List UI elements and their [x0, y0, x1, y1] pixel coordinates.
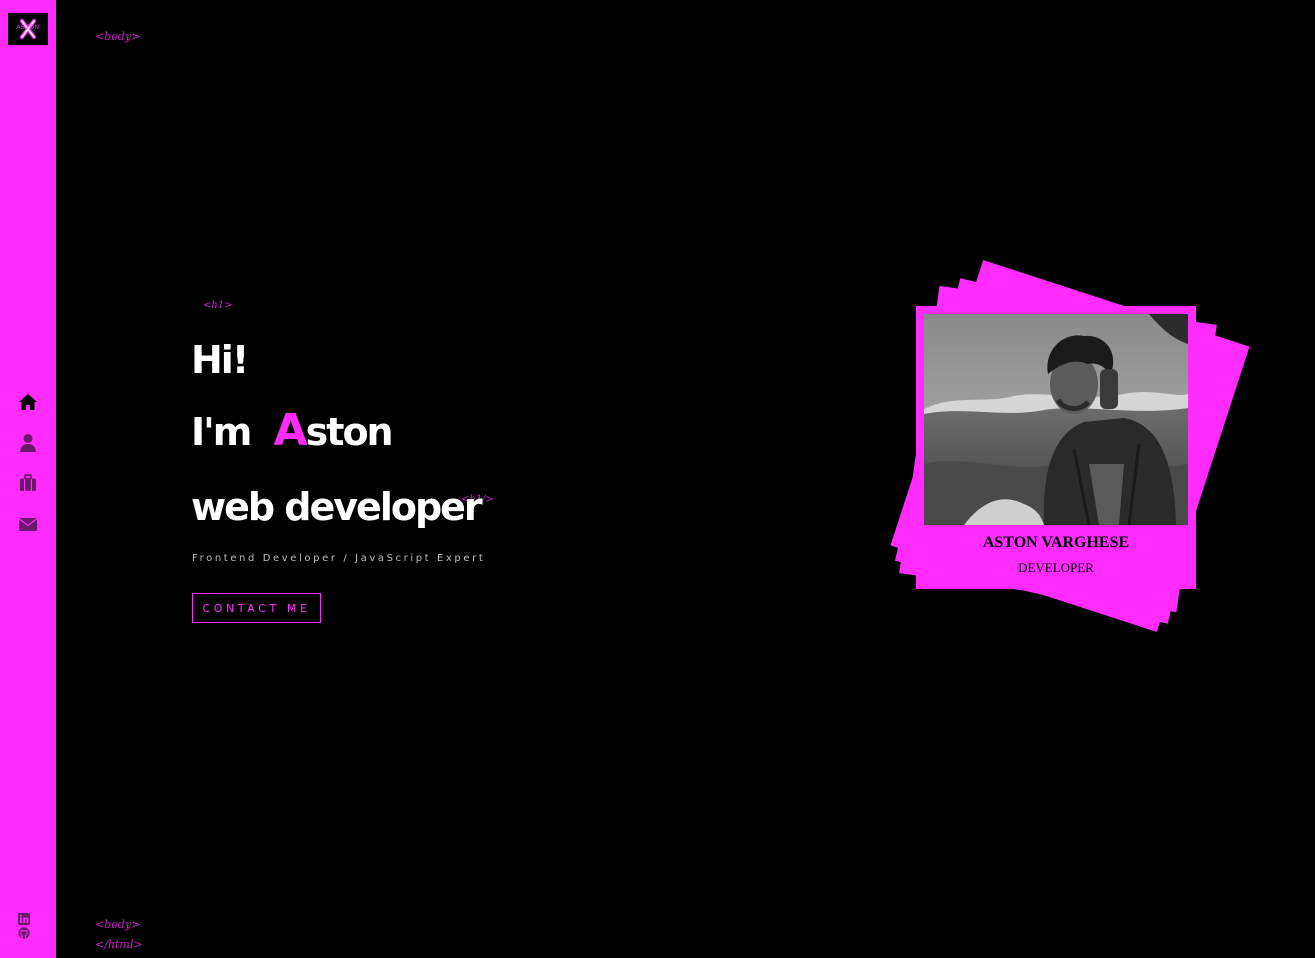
linkedin-icon	[18, 913, 30, 925]
hero-intro-prefix: I'm	[191, 410, 262, 454]
envelope-icon	[19, 518, 37, 531]
user-icon	[20, 434, 36, 452]
code-tag-body-close: <body>	[95, 918, 141, 931]
github-link[interactable]	[17, 926, 31, 940]
profile-name: ASTON VARGHESE	[982, 534, 1130, 551]
nav-about-button[interactable]	[17, 432, 39, 454]
hero-subtitle: Frontend Developer / JavaScript Expert	[192, 553, 486, 564]
profile-photo	[924, 314, 1188, 525]
page: ASTON <body> <h1> <h1/> <body> </html> H…	[0, 0, 1315, 958]
contact-me-button[interactable]: CONTACT ME	[192, 593, 321, 623]
profile-photo-image	[924, 314, 1188, 525]
hero-name-rest: ston	[305, 410, 394, 454]
code-tag-h1-open: <h1>	[203, 300, 233, 311]
logo-text: ASTON	[16, 24, 40, 31]
nav-home-button[interactable]	[17, 391, 39, 413]
hero-greeting: Hi!	[191, 338, 249, 382]
home-icon	[19, 394, 37, 410]
linkedin-link[interactable]	[17, 912, 31, 926]
sidebar: ASTON	[0, 0, 56, 958]
github-icon	[18, 927, 30, 939]
profile-role: DEVELOPER	[1018, 560, 1094, 575]
hero-name-initial: A	[273, 405, 308, 456]
hero-role: web developer	[191, 485, 483, 529]
hero-intro: I'm Aston	[191, 405, 394, 456]
profile-card: ASTON VARGHESE DEVELOPER	[916, 306, 1196, 589]
briefcase-icon	[20, 474, 36, 491]
nav-work-button[interactable]	[17, 472, 39, 494]
nav-contact-button[interactable]	[17, 513, 39, 535]
code-tag-html-close: </html>	[95, 938, 143, 951]
code-tag-body-open: <body>	[95, 30, 141, 43]
logo[interactable]: ASTON	[8, 13, 48, 45]
